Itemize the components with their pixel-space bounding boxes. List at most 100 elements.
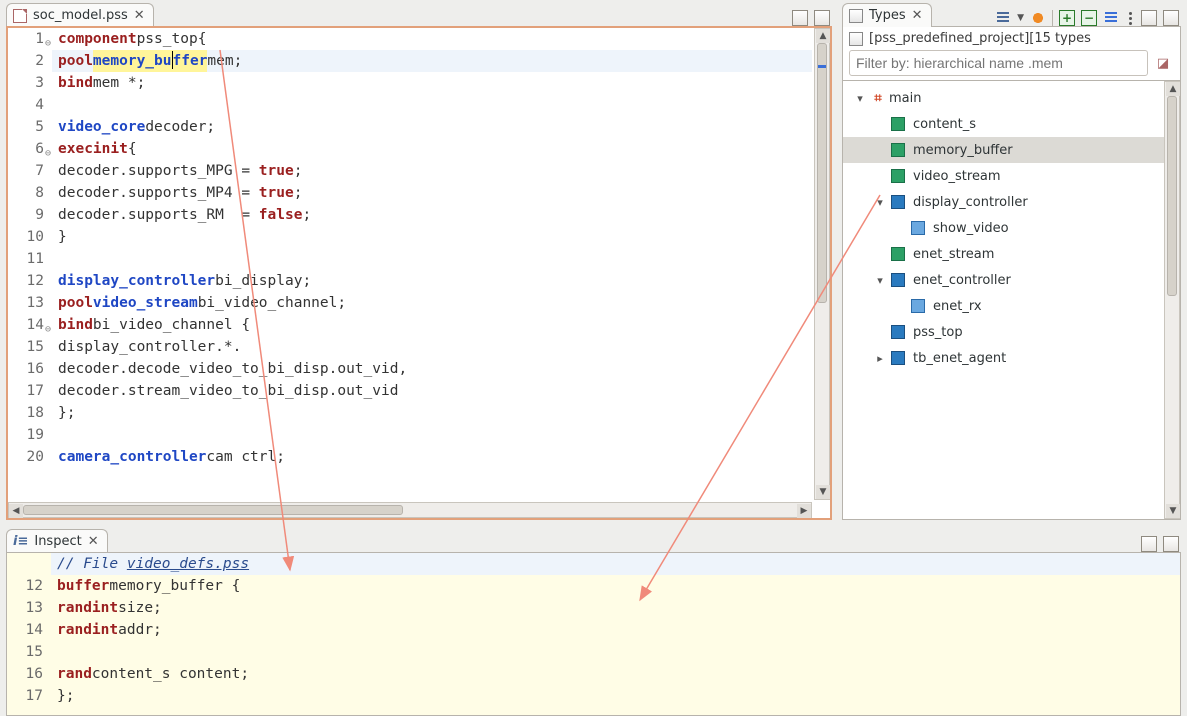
inspect-tab[interactable]: i≡ Inspect ✕ [6,529,108,553]
scroll-right-icon[interactable]: ▶ [797,504,811,518]
types-title: [pss_predefined_project][15 types [869,31,1091,46]
expand-toggle[interactable]: ▾ [853,92,867,105]
package-filter-icon[interactable] [1030,10,1046,26]
minimize-button[interactable] [792,10,808,26]
code-line[interactable] [51,641,1180,663]
line-number: 10 [8,226,44,248]
tree-item-enet-stream[interactable]: enet_stream [843,241,1180,267]
close-icon[interactable]: ✕ [88,534,99,549]
list-view-icon[interactable] [1103,10,1119,26]
minimize-button[interactable] [1141,536,1157,552]
scroll-thumb[interactable] [23,505,403,515]
tree-item-main[interactable]: ▾⌗main [843,85,1180,111]
line-number: 16 [7,663,43,685]
code-line[interactable] [52,248,812,270]
inspect-code[interactable]: // File video_defs.pssbuffer memory_buff… [51,553,1180,707]
expand-all-button[interactable] [1059,10,1075,26]
line-number: 12 [8,270,44,292]
code-line[interactable]: bind mem *; [52,72,812,94]
sort-icon[interactable] [995,10,1011,26]
code-line[interactable]: pool memory_buffer mem; [52,50,812,72]
close-icon[interactable]: ✕ [134,8,145,23]
code-line[interactable]: display_controller.*. [52,336,812,358]
code-line[interactable]: }; [52,402,812,424]
tree-item-label: display_controller [913,195,1028,210]
collapse-all-button[interactable] [1081,10,1097,26]
inspect-body[interactable]: 121314151617 // File video_defs.pssbuffe… [6,552,1181,716]
scroll-thumb[interactable] [817,43,827,303]
editor-pane: soc_model.pss ✕ 1⊖23456⊖7891011121314⊖15… [6,0,832,520]
scroll-left-icon[interactable]: ◀ [9,504,23,518]
comp-icon [891,351,905,365]
file-link[interactable]: video_defs.pss [127,556,249,572]
fold-toggle[interactable]: ⊖ [44,33,52,55]
code-line[interactable] [52,424,812,446]
code-line[interactable]: rand int addr; [51,619,1180,641]
chevron-down-icon[interactable]: ▼ [1017,13,1024,23]
expand-toggle[interactable]: ▾ [873,274,887,287]
code-line[interactable]: buffer memory_buffer { [51,575,1180,597]
code-line[interactable]: rand int size; [51,597,1180,619]
maximize-button[interactable] [1163,536,1179,552]
code-line[interactable]: decoder.stream_video_to_bi_disp.out_vid [52,380,812,402]
tree-item-enet-rx[interactable]: enet_rx [843,293,1180,319]
types-tabbar: Types ✕ ▼ [842,0,1181,26]
code-area[interactable]: 1⊖23456⊖7891011121314⊖151617181920compon… [8,28,812,500]
tree-item-label: video_stream [913,169,1001,184]
code-line[interactable]: display_controller bi_display; [52,270,812,292]
vertical-scrollbar[interactable]: ▲ ▼ [1164,81,1180,519]
types-header: [pss_predefined_project][15 types ◪ [842,26,1181,81]
minimize-button[interactable] [1141,10,1157,26]
maximize-button[interactable] [814,10,830,26]
code-line[interactable]: decoder.decode_video_to_bi_disp.out_vid, [52,358,812,380]
line-number: 13 [7,597,43,619]
fold-toggle[interactable]: ⊖ [44,319,52,341]
scroll-down-icon[interactable]: ▼ [1166,504,1180,518]
line-number: 9 [8,204,44,226]
inspect-pane: i≡ Inspect ✕ 121314151617 // File video_… [6,526,1181,716]
editor-tab-soc-model[interactable]: soc_model.pss ✕ [6,3,154,27]
fold-toggle[interactable]: ⊖ [44,143,52,165]
types-tab[interactable]: Types ✕ [842,3,932,27]
code-line[interactable]: component pss_top { [52,28,812,50]
close-icon[interactable]: ✕ [912,8,923,23]
tree-item-memory-buffer[interactable]: memory_buffer [843,137,1180,163]
tree-item-pss-top[interactable]: pss_top [843,319,1180,345]
tree-item-show-video[interactable]: show_video [843,215,1180,241]
code-line[interactable]: exec init { [52,138,812,160]
tree-item-video-stream[interactable]: video_stream [843,163,1180,189]
code-line[interactable]: }; [51,685,1180,707]
expand-toggle[interactable]: ▸ [873,352,887,365]
clear-filter-icon[interactable]: ◪ [1152,52,1174,74]
scroll-up-icon[interactable]: ▲ [1166,82,1180,96]
vertical-scrollbar[interactable]: ▲ ▼ [814,28,830,500]
code-line[interactable]: // File video_defs.pss [51,553,1180,575]
types-icon [849,9,863,23]
expand-toggle[interactable]: ▾ [873,196,887,209]
code-line[interactable]: bind bi_video_channel { [52,314,812,336]
line-number: 17 [8,380,44,402]
code-line[interactable]: camera_controller cam ctrl; [52,446,812,468]
scroll-up-icon[interactable]: ▲ [816,29,830,43]
scroll-thumb[interactable] [1167,96,1177,296]
view-menu-icon[interactable] [1125,10,1135,26]
line-number: 20 [8,446,44,468]
types-filter-input[interactable] [849,50,1148,76]
horizontal-scrollbar[interactable]: ◀ ▶ [8,502,812,518]
code-line[interactable]: decoder.supports_MP4 = true; [52,182,812,204]
code-line[interactable] [52,94,812,116]
tree-item-enet-controller[interactable]: ▾enet_controller [843,267,1180,293]
tree-item-tb-enet-agent[interactable]: ▸tb_enet_agent [843,345,1180,371]
code-line[interactable]: pool video_stream bi_video_channel; [52,292,812,314]
code-line[interactable]: } [52,226,812,248]
code-line[interactable]: decoder.supports_RM = false; [52,204,812,226]
code-line[interactable]: video_core decoder; [52,116,812,138]
tree-item-display-controller[interactable]: ▾ display_controller [843,189,1180,215]
editor-body[interactable]: 1⊖23456⊖7891011121314⊖151617181920compon… [6,26,832,520]
types-tree[interactable]: ▾⌗maincontent_smemory_buffer video_stream… [842,81,1181,520]
code-line[interactable]: rand content_s content; [51,663,1180,685]
code-line[interactable]: decoder.supports_MPG = true; [52,160,812,182]
maximize-button[interactable] [1163,10,1179,26]
scroll-down-icon[interactable]: ▼ [816,485,830,499]
tree-item-content-s[interactable]: content_s [843,111,1180,137]
